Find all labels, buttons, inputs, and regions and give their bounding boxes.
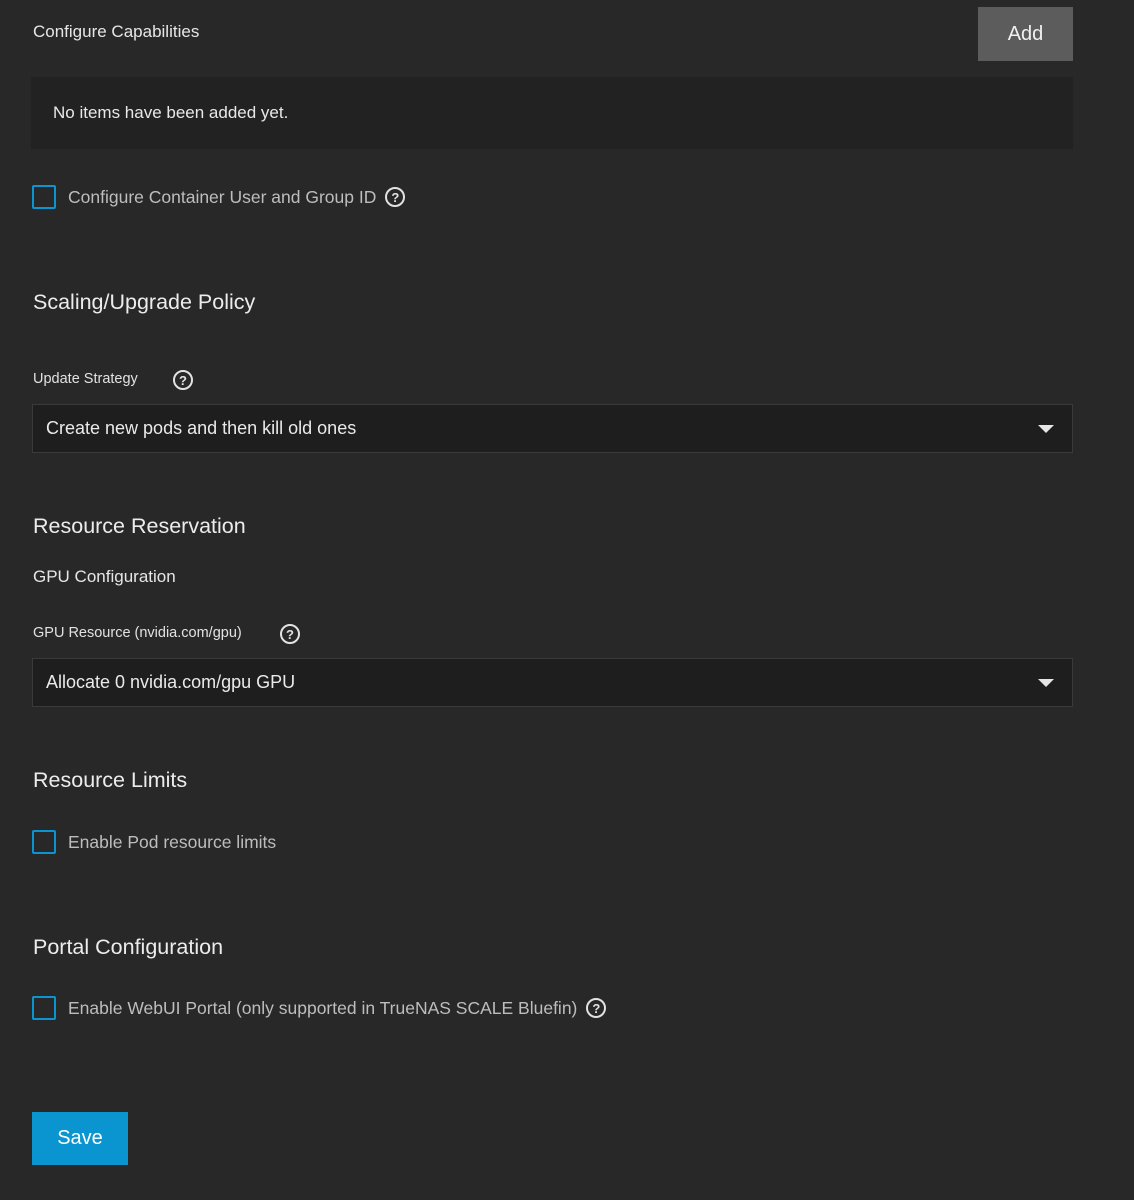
add-capability-button[interactable]: Add	[978, 7, 1073, 61]
portal-section-title: Portal Configuration	[33, 935, 224, 959]
gpu-resource-value: Allocate 0 nvidia.com/gpu GPU	[46, 672, 296, 692]
help-icon[interactable]: ?	[586, 998, 607, 1018]
help-icon[interactable]: ?	[280, 624, 300, 644]
user-group-row: Configure Container User and Group ID ?	[32, 184, 406, 210]
user-group-label[interactable]: Configure Container User and Group ID	[68, 187, 376, 208]
empty-list-message: No items have been added yet.	[53, 103, 289, 122]
enable-limits-label[interactable]: Enable Pod resource limits	[68, 832, 276, 853]
gpu-config-title: GPU Configuration	[33, 567, 176, 586]
portal-row: Enable WebUI Portal (only supported in T…	[32, 995, 607, 1021]
update-strategy-select[interactable]: Create new pods and then kill old ones	[32, 404, 1073, 453]
reservation-section-title: Resource Reservation	[33, 514, 246, 538]
capabilities-list: No items have been added yet.	[31, 77, 1073, 149]
update-strategy-label: Update Strategy	[33, 371, 138, 387]
chevron-down-icon	[1038, 424, 1054, 433]
limits-row: Enable Pod resource limits	[32, 829, 276, 855]
enable-portal-label[interactable]: Enable WebUI Portal (only supported in T…	[68, 998, 577, 1019]
app-form-page: Configure Capabilities Add No items have…	[0, 0, 1134, 1200]
chevron-down-icon	[1038, 678, 1054, 687]
enable-limits-checkbox[interactable]	[32, 830, 56, 854]
help-icon[interactable]: ?	[173, 370, 193, 390]
save-button[interactable]: Save	[32, 1112, 128, 1165]
help-icon[interactable]: ?	[385, 187, 406, 207]
limits-section-title: Resource Limits	[33, 768, 188, 792]
gpu-resource-label: GPU Resource (nvidia.com/gpu)	[33, 625, 242, 641]
capabilities-title: Configure Capabilities	[33, 22, 200, 41]
enable-portal-checkbox[interactable]	[32, 996, 56, 1020]
user-group-checkbox[interactable]	[32, 185, 56, 209]
update-strategy-value: Create new pods and then kill old ones	[46, 418, 357, 438]
scaling-section-title: Scaling/Upgrade Policy	[33, 290, 256, 314]
gpu-resource-select[interactable]: Allocate 0 nvidia.com/gpu GPU	[32, 658, 1073, 707]
